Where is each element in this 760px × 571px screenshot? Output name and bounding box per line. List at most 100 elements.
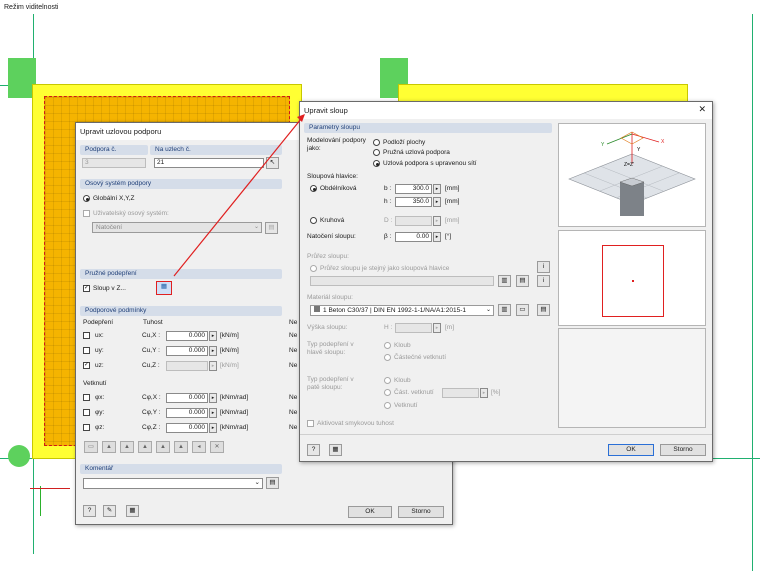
material-color-icon bbox=[314, 306, 320, 312]
axis-edit-icon[interactable]: ▤ bbox=[265, 222, 278, 234]
section-dropdown[interactable] bbox=[310, 276, 494, 286]
phiz-checkbox[interactable] bbox=[83, 424, 90, 431]
b-input[interactable]: 300.0 bbox=[395, 184, 432, 194]
d-spinner[interactable]: ▸ bbox=[433, 216, 441, 226]
support-type-none-icon[interactable]: ✕ bbox=[210, 441, 224, 453]
cphix-spinner[interactable]: ▸ bbox=[209, 393, 217, 403]
h-spinner[interactable]: ▸ bbox=[433, 197, 441, 207]
head-partial-radio[interactable] bbox=[384, 354, 391, 361]
cuy-spinner[interactable]: ▸ bbox=[209, 346, 217, 356]
support-type-column-icon[interactable]: ▲ bbox=[174, 441, 188, 453]
rotation-dropdown[interactable]: Natočení ⌄ bbox=[92, 222, 262, 233]
cphiy-symbol: Cφ,Y : bbox=[142, 409, 161, 416]
cuz-input[interactable] bbox=[166, 361, 208, 371]
cphix-input[interactable]: 0.000 bbox=[166, 393, 208, 403]
material-dropdown[interactable]: 1 Beton C30/37 | DIN EN 1992-1-1/NA/A1:2… bbox=[310, 305, 494, 316]
cphiz-spinner[interactable]: ▸ bbox=[209, 423, 217, 433]
ok-button[interactable]: OK bbox=[348, 506, 392, 518]
h-input[interactable]: 350.0 bbox=[395, 197, 432, 207]
b-spinner[interactable]: ▸ bbox=[433, 184, 441, 194]
cphiz-input[interactable]: 0.000 bbox=[166, 423, 208, 433]
column-height-label: Výška sloupu: bbox=[307, 324, 348, 331]
foot-partial-input[interactable] bbox=[442, 388, 479, 398]
d-input[interactable] bbox=[395, 216, 432, 226]
circular-radio[interactable] bbox=[310, 217, 317, 224]
rotation-restraint-label: Vetknutí bbox=[83, 380, 107, 387]
global-axis-radio[interactable] bbox=[83, 195, 90, 202]
ux-nonlinear[interactable]: Ne bbox=[289, 332, 297, 339]
phix-nonlinear[interactable]: Ne bbox=[289, 394, 297, 401]
uz-checkbox[interactable]: ✓ bbox=[83, 362, 90, 369]
cuz-spinner[interactable]: ▸ bbox=[209, 361, 217, 371]
beta-spinner[interactable]: ▸ bbox=[433, 232, 441, 242]
phiy-nonlinear[interactable]: Ne bbox=[289, 409, 297, 416]
select-nodes-icon[interactable]: ↖ bbox=[266, 157, 279, 169]
circular-label: Kruhová bbox=[320, 217, 345, 224]
support-type-fixed-icon[interactable]: ▲ bbox=[138, 441, 152, 453]
units-icon[interactable]: ▦ bbox=[329, 444, 342, 456]
help-icon[interactable]: ? bbox=[83, 505, 96, 517]
ne-column-header: Ne bbox=[289, 319, 298, 326]
foot-partial-radio[interactable] bbox=[384, 389, 391, 396]
foot-hinge-radio[interactable] bbox=[384, 377, 391, 384]
material-edit-icon[interactable]: ▤ bbox=[537, 304, 550, 316]
section-edit-icon[interactable]: ▤ bbox=[516, 275, 529, 287]
info-icon[interactable]: i bbox=[537, 261, 550, 273]
nodes-field[interactable]: 21 bbox=[154, 158, 264, 168]
foot-fixed-radio[interactable] bbox=[384, 402, 391, 409]
uy-nonlinear[interactable]: Ne bbox=[289, 347, 297, 354]
ux-checkbox[interactable] bbox=[83, 332, 90, 339]
column-checkbox[interactable]: ✓ bbox=[83, 285, 90, 292]
modeling-option-elastic[interactable] bbox=[373, 149, 380, 156]
foot-partial-spinner[interactable]: ▸ bbox=[480, 388, 488, 398]
uz-nonlinear[interactable]: Ne bbox=[289, 362, 297, 369]
user-axis-checkbox[interactable] bbox=[83, 210, 90, 217]
shear-stiffness-checkbox[interactable] bbox=[307, 420, 314, 427]
beta-input[interactable]: 0.00 bbox=[395, 232, 432, 242]
material-value: Beton C30/37 | DIN EN 1992-1-1/NA/A1:201… bbox=[328, 307, 466, 314]
cancel-button[interactable]: Storno bbox=[398, 506, 444, 518]
material-library-icon[interactable]: ▥ bbox=[498, 304, 511, 316]
modeling-option-mesh[interactable] bbox=[373, 160, 380, 167]
cphiy-input[interactable]: 0.000 bbox=[166, 408, 208, 418]
cuy-unit: [kN/m] bbox=[220, 347, 239, 354]
modeling-option-subgrade[interactable] bbox=[373, 139, 380, 146]
uy-checkbox[interactable] bbox=[83, 347, 90, 354]
units-icon[interactable]: ▦ bbox=[126, 505, 139, 517]
edit-data-icon[interactable]: ✎ bbox=[103, 505, 116, 517]
cuy-input[interactable]: 0.000 bbox=[166, 346, 208, 356]
comment-edit-icon[interactable]: ▤ bbox=[266, 477, 279, 489]
ok-button[interactable]: OK bbox=[608, 444, 654, 456]
phix-checkbox[interactable] bbox=[83, 394, 90, 401]
section-library-icon[interactable]: ▥ bbox=[498, 275, 511, 287]
close-icon[interactable]: ✕ bbox=[698, 104, 706, 115]
support-type-wall-icon[interactable]: ◂ bbox=[192, 441, 206, 453]
rectangular-radio[interactable] bbox=[310, 185, 317, 192]
chevron-down-icon: ⌄ bbox=[253, 224, 259, 230]
phiz-nonlinear[interactable]: Ne bbox=[289, 424, 297, 431]
support-no-field[interactable]: 3 bbox=[82, 158, 146, 168]
cux-input[interactable]: 0.000 bbox=[166, 331, 208, 341]
material-folder-icon[interactable]: ▭ bbox=[516, 304, 529, 316]
ux-label: ux: bbox=[95, 332, 104, 339]
phiy-checkbox[interactable] bbox=[83, 409, 90, 416]
support-type-free-icon[interactable]: ▭ bbox=[84, 441, 98, 453]
h-unit: [mm] bbox=[445, 198, 460, 205]
cux-spinner[interactable]: ▸ bbox=[209, 331, 217, 341]
head-hinge-radio[interactable] bbox=[384, 342, 391, 349]
support-type-roller-icon[interactable]: ▲ bbox=[120, 441, 134, 453]
support-type-sliding-icon[interactable]: ▲ bbox=[156, 441, 170, 453]
support-type-hinged-icon[interactable]: ▲ bbox=[102, 441, 116, 453]
cphiz-symbol: Cφ,Z : bbox=[142, 424, 161, 431]
cphiz-unit: [kNm/rad] bbox=[220, 424, 249, 431]
edit-column-button[interactable]: ▦ bbox=[156, 281, 172, 295]
section-info-icon[interactable]: i bbox=[537, 275, 550, 287]
H-spinner[interactable]: ▸ bbox=[433, 323, 441, 333]
same-section-checkbox[interactable] bbox=[310, 265, 317, 272]
comment-field[interactable]: ⌄ bbox=[83, 478, 263, 489]
dialog-title: Upravit sloup bbox=[300, 102, 712, 119]
cphiy-spinner[interactable]: ▸ bbox=[209, 408, 217, 418]
cancel-button[interactable]: Storno bbox=[660, 444, 706, 456]
help-icon[interactable]: ? bbox=[307, 444, 320, 456]
H-input[interactable] bbox=[395, 323, 432, 333]
